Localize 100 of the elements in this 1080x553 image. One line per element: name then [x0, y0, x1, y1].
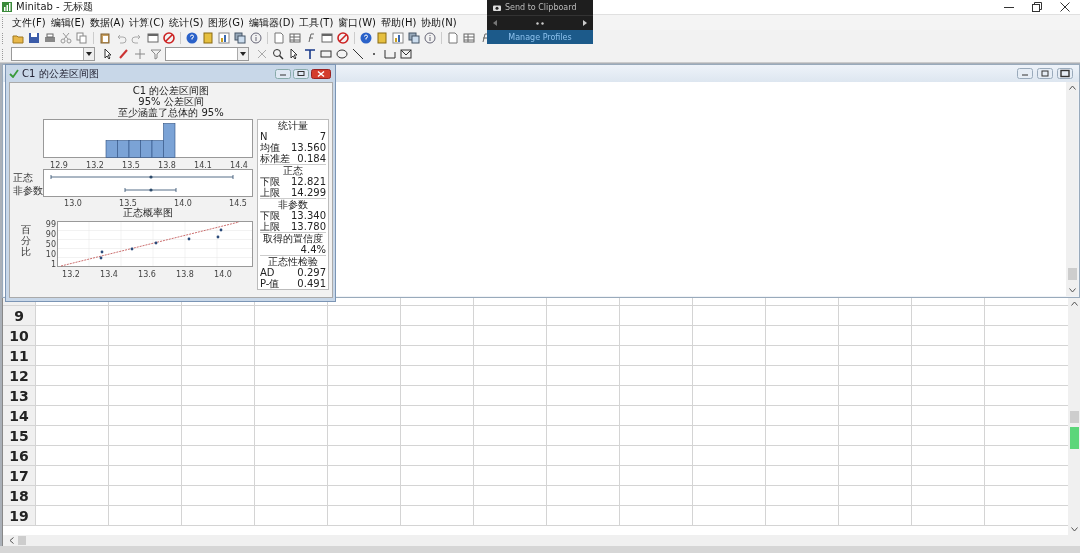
table-header: 正态 — [260, 164, 326, 176]
menu-item[interactable]: 图形(G) — [206, 15, 246, 30]
no-entry-icon[interactable] — [337, 32, 349, 44]
dropdown-field[interactable] — [165, 47, 249, 61]
row-number: 14 — [3, 406, 35, 425]
axis-tick-label: 13.0 — [64, 198, 82, 208]
info-icon[interactable] — [250, 32, 262, 44]
axis-tick-label: 13.5 — [119, 198, 137, 208]
funnel-icon[interactable] — [150, 48, 162, 60]
window-title: C1 的公差区间图 — [22, 66, 99, 81]
windows-icon[interactable] — [408, 32, 420, 44]
menu-item[interactable]: 统计(S) — [167, 15, 206, 30]
row-number: 16 — [3, 446, 35, 465]
menu-item[interactable]: 数据(A) — [87, 15, 127, 30]
paste-icon[interactable] — [99, 32, 111, 44]
undo-icon[interactable] — [115, 32, 127, 44]
no-entry-icon[interactable] — [163, 32, 175, 44]
close-icon[interactable] — [1060, 2, 1070, 12]
brush-icon[interactable] — [118, 48, 130, 60]
stat-label: 下限 — [260, 176, 280, 187]
scroll-marker — [1069, 427, 1079, 450]
chart-title: 至少涵盖了总体的 95% — [118, 107, 224, 118]
search-icon[interactable] — [272, 48, 284, 60]
axis-tick-label: 13.6 — [138, 269, 156, 279]
row-number: 13 — [3, 386, 35, 405]
stat-label: 标准差 — [260, 153, 290, 164]
document-icon[interactable] — [273, 32, 285, 44]
maximize-icon[interactable] — [1057, 68, 1073, 79]
copy-icon[interactable] — [76, 32, 88, 44]
check-icon — [9, 69, 19, 78]
menu-item[interactable]: 窗口(W) — [336, 15, 378, 30]
menu-item[interactable]: 编辑(E) — [48, 15, 87, 30]
stat-value: 12.821 — [291, 176, 326, 187]
chart-title: 正态概率图 — [122, 207, 174, 218]
restore-icon[interactable] — [1032, 2, 1042, 12]
close-icon[interactable] — [311, 68, 331, 79]
axis-tick-label: 14.5 — [229, 198, 247, 208]
redo-icon[interactable] — [131, 32, 143, 44]
left-arrow-icon[interactable] — [493, 20, 498, 26]
window-icon[interactable] — [321, 32, 333, 44]
horizontal-scrollbar[interactable] — [3, 535, 1080, 546]
document-icon[interactable] — [447, 32, 459, 44]
scrollbar-thumb[interactable] — [18, 536, 26, 545]
printer-icon[interactable] — [44, 32, 56, 44]
stat-value: 13.780 — [291, 221, 326, 232]
menu-item[interactable]: 编辑器(D) — [246, 15, 297, 30]
table-icon[interactable] — [289, 32, 301, 44]
stat-value: 14.299 — [291, 187, 326, 198]
stat-label: 上限 — [260, 187, 280, 198]
caret-icon — [240, 52, 246, 56]
caret-icon — [86, 52, 92, 56]
stat-value: 0.297 — [297, 267, 326, 278]
table-header: 统计量 — [277, 120, 309, 131]
text-tool-icon[interactable] — [304, 48, 316, 60]
info-icon[interactable] — [424, 32, 436, 44]
menu-item[interactable]: 工具(T) — [297, 15, 336, 30]
line-icon[interactable] — [352, 48, 364, 60]
help-icon[interactable] — [186, 32, 198, 44]
scissors-icon[interactable] — [60, 32, 72, 44]
row-number: 12 — [3, 366, 35, 385]
axis-tick-label: 13.2 — [62, 269, 80, 279]
row-number: 17 — [3, 466, 35, 485]
pointer-icon[interactable] — [102, 48, 114, 60]
right-arrow-icon[interactable] — [582, 20, 587, 26]
dropdown-field[interactable] — [11, 47, 95, 61]
save-icon[interactable] — [28, 32, 40, 44]
menu-item[interactable]: 计算(C) — [127, 15, 167, 30]
scrollbar-thumb[interactable] — [1067, 268, 1077, 280]
stat-label: AD — [260, 267, 275, 278]
rectangle-icon[interactable] — [320, 48, 332, 60]
ellipse-icon[interactable] — [336, 48, 348, 60]
chart-icon[interactable] — [392, 32, 404, 44]
envelope-icon[interactable] — [400, 48, 412, 60]
crosshair-icon[interactable] — [134, 48, 146, 60]
chart-icon[interactable] — [218, 32, 230, 44]
axis-tick-label: 13.2 — [86, 160, 104, 170]
windows-icon[interactable] — [234, 32, 246, 44]
vertical-scrollbar[interactable] — [1066, 82, 1078, 296]
menu-item[interactable]: 文件(F) — [10, 15, 48, 30]
table-icon[interactable] — [463, 32, 475, 44]
menu-item[interactable]: 帮助(H) — [379, 15, 419, 30]
stat-label: N — [260, 131, 268, 142]
axis-tick-label: 13.8 — [158, 160, 176, 170]
maximize-icon[interactable] — [293, 68, 309, 79]
axis-tick-label: 14.0 — [214, 269, 232, 279]
manage-profiles-link[interactable]: Manage Profiles — [487, 30, 593, 44]
scrollbar-thumb[interactable] — [1069, 410, 1079, 423]
book-icon[interactable] — [376, 32, 388, 44]
pointer-icon[interactable] — [288, 48, 300, 60]
axis-tick-label: 14.4 — [230, 160, 248, 170]
interval-bar — [124, 187, 177, 193]
folder-icon[interactable] — [12, 32, 24, 44]
help-icon[interactable] — [360, 32, 372, 44]
polyline-icon[interactable] — [384, 48, 396, 60]
book-icon[interactable] — [202, 32, 214, 44]
axis-tick-label: 1 — [50, 260, 56, 269]
menu-item[interactable]: 协助(N) — [419, 15, 459, 30]
vertical-scrollbar[interactable] — [1068, 298, 1080, 535]
row-number: 19 — [3, 506, 35, 525]
window-icon[interactable] — [147, 32, 159, 44]
